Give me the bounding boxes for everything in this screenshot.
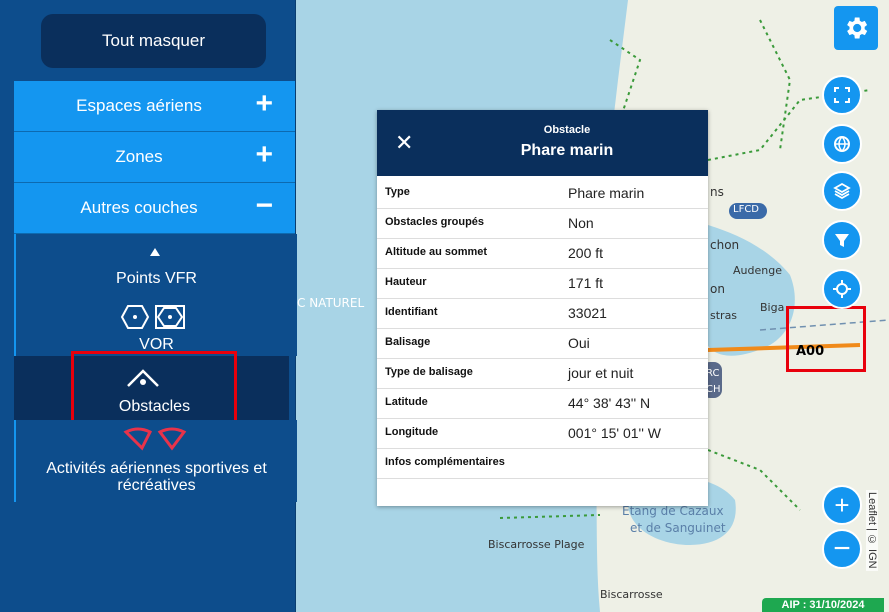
obstacle-highlight-box [786, 306, 866, 372]
category-zones[interactable]: Zones + [14, 132, 295, 183]
minus-icon: − [833, 532, 851, 565]
plus-icon: + [834, 490, 850, 520]
obstacle-popup: ✕ Obstacle Phare marin Type Phare marin O… [377, 110, 708, 506]
popup-row: Latitude 44° 38' 43'' N [377, 388, 708, 419]
popup-row: Balisage Oui [377, 328, 708, 359]
map-label-lfcd: LFCD [733, 204, 760, 215]
layer-group-points: Points VFR VOR [14, 234, 297, 356]
popup-value: 44° 38' 43'' N [568, 395, 651, 411]
popup-key: Hauteur [385, 276, 427, 288]
map-label-etang-1: Étang de Cazaux [622, 504, 724, 518]
category-autres-couches[interactable]: Autres couches − [14, 183, 295, 234]
globe-button[interactable] [822, 124, 862, 164]
filter-button[interactable] [822, 220, 862, 260]
map-label-naturel: C NATUREL [297, 296, 365, 310]
minus-icon: − [255, 189, 273, 222]
popup-key: Type [385, 186, 410, 198]
popup-value: Non [568, 215, 594, 231]
popup-value: 171 ft [568, 275, 604, 291]
map-label-biga: Biga [760, 301, 785, 314]
close-icon[interactable]: ✕ [395, 132, 413, 154]
vor-icon [120, 305, 185, 329]
popup-subtitle: Obstacle [543, 124, 591, 136]
popup-value: 200 ft [568, 245, 604, 261]
zoom-in-button[interactable]: + [822, 485, 862, 525]
popup-row: Altitude au sommet 200 ft [377, 238, 708, 269]
map-label-ch: CH [706, 384, 721, 395]
map-label-on: on [710, 282, 725, 296]
aip-date-badge: AIP : 31/10/2024 [762, 598, 884, 612]
popup-row: Longitude 001° 15' 01'' W [377, 418, 708, 449]
layer-points-vfr[interactable]: Points VFR [16, 270, 297, 288]
zoom-out-button[interactable]: − [822, 529, 862, 569]
expand-icon [834, 87, 850, 103]
boundary-line [499, 514, 601, 519]
hide-all-button[interactable]: Tout masquer [41, 14, 266, 68]
popup-key: Altitude au sommet [385, 246, 488, 258]
popup-key: Longitude [385, 426, 439, 438]
layer-sidebar: Tout masquer Espaces aériens + Zones + A… [0, 0, 297, 612]
category-label: Zones [115, 147, 163, 166]
popup-value: Oui [568, 335, 590, 351]
popup-row: Type Phare marin [377, 178, 708, 209]
popup-row: Type de balisage jour et nuit [377, 358, 708, 389]
filter-icon [835, 234, 849, 247]
map-label-biscarrosse: Biscarrosse [600, 588, 663, 601]
popup-key: Identifiant [385, 306, 438, 318]
paraglider-icon [123, 427, 187, 451]
map-label-ns: ns [710, 185, 724, 199]
popup-title: Phare marin [520, 142, 614, 159]
plus-icon: + [255, 87, 273, 120]
globe-icon [834, 136, 850, 153]
map-label-rc: RC [706, 368, 720, 379]
triangle-icon [150, 248, 160, 256]
map-label-audenge: Audenge [733, 264, 782, 277]
obstacles-highlight-box [71, 351, 237, 425]
popup-row: Identifiant 33021 [377, 298, 708, 329]
layer-sports-label: Activités aériennes sportives et récréat… [46, 460, 267, 494]
map-label-biscarrosse-plage: Biscarrosse Plage [488, 538, 585, 551]
plus-icon: + [255, 138, 273, 171]
locate-button[interactable] [822, 269, 862, 309]
popup-key: Type de balisage [385, 366, 473, 378]
settings-button[interactable] [834, 6, 878, 50]
layer-sports[interactable]: Activités aériennes sportives et récréat… [14, 420, 297, 502]
popup-value: Phare marin [568, 185, 645, 201]
popup-row: Infos complémentaires [377, 448, 708, 479]
layers-icon [833, 182, 851, 200]
popup-value: 001° 15' 01'' W [568, 425, 662, 441]
popup-header: ✕ Obstacle Phare marin [377, 110, 708, 176]
category-espaces-aeriens[interactable]: Espaces aériens + [14, 81, 295, 132]
map-attribution[interactable]: Leaflet | © IGN [866, 490, 878, 571]
layers-button[interactable] [822, 171, 862, 211]
popup-key: Balisage [385, 336, 431, 348]
category-label: Autres couches [80, 198, 198, 217]
popup-value: jour et nuit [568, 365, 634, 381]
popup-row: Obstacles groupés Non [377, 208, 708, 239]
popup-key: Infos complémentaires [385, 456, 505, 468]
popup-value: 33021 [568, 305, 607, 321]
map-label-chon: chon [710, 238, 740, 252]
popup-key: Latitude [385, 396, 428, 408]
map-label-etang-2: et de Sanguinet [630, 521, 726, 535]
map-label-stras: stras [710, 309, 738, 322]
gear-icon [847, 17, 868, 39]
popup-key: Obstacles groupés [385, 216, 485, 228]
fullscreen-button[interactable] [822, 75, 862, 115]
category-label: Espaces aériens [76, 96, 202, 115]
crosshair-icon [833, 280, 851, 298]
popup-row: Hauteur 171 ft [377, 268, 708, 299]
